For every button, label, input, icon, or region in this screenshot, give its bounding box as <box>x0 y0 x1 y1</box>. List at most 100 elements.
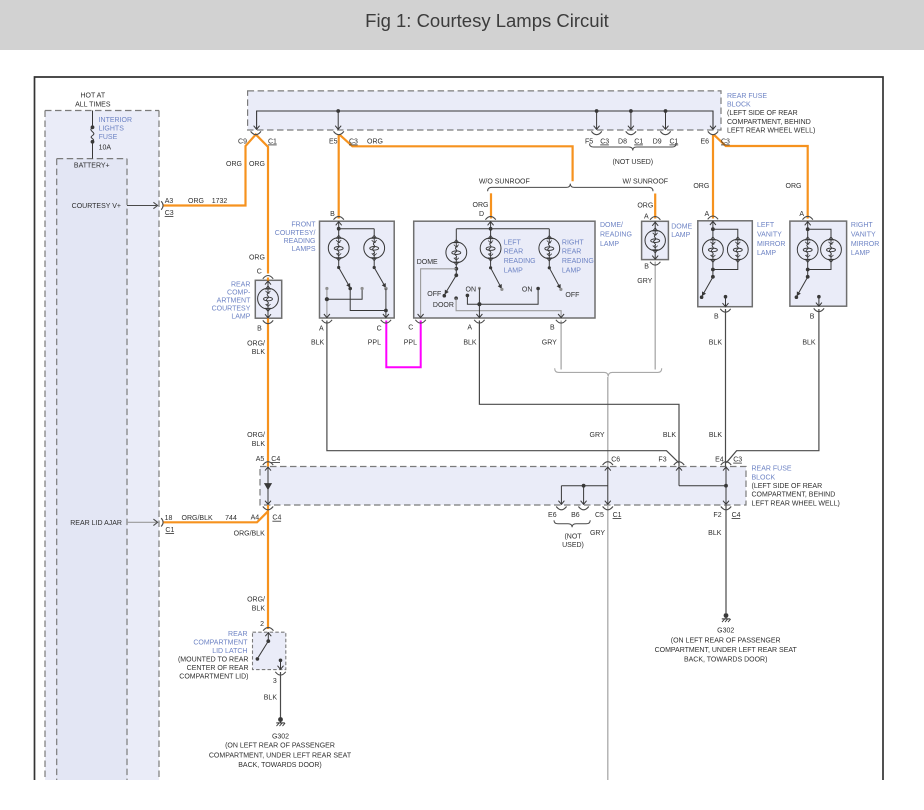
svg-text:DOOR: DOOR <box>433 302 454 309</box>
svg-text:BLK: BLK <box>311 340 325 347</box>
svg-text:LAMP: LAMP <box>504 268 523 275</box>
svg-text:ORG: ORG <box>637 203 653 210</box>
svg-text:B: B <box>330 211 335 218</box>
svg-text:REAR LID AJAR: REAR LID AJAR <box>70 520 122 527</box>
svg-text:COMPARTMENT LID): COMPARTMENT LID) <box>179 673 248 680</box>
svg-text:A: A <box>705 211 710 218</box>
svg-text:COMP-: COMP- <box>227 290 251 297</box>
svg-text:(ON LEFT REAR OF PASSENGER: (ON LEFT REAR OF PASSENGER <box>671 637 781 644</box>
svg-text:LID LATCH: LID LATCH <box>212 648 247 655</box>
svg-text:LEFT REAR WHEEL WELL): LEFT REAR WHEEL WELL) <box>727 128 815 135</box>
svg-text:E6: E6 <box>548 512 557 519</box>
svg-text:ORG: ORG <box>249 161 265 168</box>
svg-text:C3: C3 <box>600 138 609 145</box>
svg-text:D9: D9 <box>653 138 662 145</box>
svg-text:C1: C1 <box>268 138 277 145</box>
svg-text:ORG: ORG <box>188 198 204 205</box>
svg-text:D8: D8 <box>618 138 627 145</box>
svg-text:DOME: DOME <box>417 259 438 266</box>
svg-text:DOME/: DOME/ <box>600 222 623 229</box>
svg-text:A: A <box>799 211 804 218</box>
svg-text:BLK: BLK <box>252 441 266 448</box>
svg-text:W/ SUNROOF: W/ SUNROOF <box>623 179 669 186</box>
svg-text:READING: READING <box>284 238 316 245</box>
svg-text:C1: C1 <box>165 527 174 534</box>
svg-text:PPL: PPL <box>404 340 417 347</box>
svg-text:LAMPS: LAMPS <box>292 246 316 253</box>
svg-text:BLOCK: BLOCK <box>752 474 776 481</box>
svg-text:BLK: BLK <box>252 349 266 356</box>
svg-text:B: B <box>644 263 649 270</box>
svg-text:B: B <box>810 313 815 320</box>
svg-text:BLK: BLK <box>252 605 266 612</box>
svg-text:E4: E4 <box>715 457 724 464</box>
svg-text:ON: ON <box>522 286 533 293</box>
svg-text:COMPARTMENT, BEHIND: COMPARTMENT, BEHIND <box>727 119 811 126</box>
svg-text:3: 3 <box>273 678 277 685</box>
svg-text:1732: 1732 <box>212 198 228 205</box>
svg-text:C3: C3 <box>721 138 730 145</box>
svg-text:C4: C4 <box>732 512 741 519</box>
svg-text:B: B <box>257 326 262 333</box>
svg-text:A4: A4 <box>251 515 260 522</box>
svg-text:LEFT REAR WHEEL WELL): LEFT REAR WHEEL WELL) <box>752 500 840 507</box>
svg-text:B6: B6 <box>571 512 580 519</box>
svg-text:REAR: REAR <box>562 249 581 256</box>
svg-text:BACK, TOWARDS DOOR): BACK, TOWARDS DOOR) <box>238 762 322 769</box>
svg-text:MIRROR: MIRROR <box>851 241 879 248</box>
svg-text:C4: C4 <box>272 515 281 522</box>
svg-text:E6: E6 <box>700 138 709 145</box>
svg-text:ORG: ORG <box>367 138 383 145</box>
svg-text:ORG: ORG <box>693 183 709 190</box>
svg-text:(LEFT SIDE OF REAR: (LEFT SIDE OF REAR <box>727 110 798 117</box>
svg-text:CENTER OF REAR: CENTER OF REAR <box>187 665 249 672</box>
svg-text:INTERIOR: INTERIOR <box>99 117 132 124</box>
svg-text:E5: E5 <box>329 138 338 145</box>
svg-text:(MOUNTED TO REAR: (MOUNTED TO REAR <box>178 657 249 664</box>
svg-text:C5: C5 <box>595 512 604 519</box>
svg-text:A: A <box>644 214 649 221</box>
svg-text:COMPARTMENT, BEHIND: COMPARTMENT, BEHIND <box>752 492 836 499</box>
svg-text:ORG/BLK: ORG/BLK <box>234 531 265 538</box>
svg-text:C6: C6 <box>611 457 620 464</box>
svg-text:VANITY: VANITY <box>757 231 782 238</box>
svg-text:ON: ON <box>466 286 477 293</box>
svg-text:ORG/: ORG/ <box>247 597 265 604</box>
svg-text:DOME: DOME <box>671 223 692 230</box>
svg-text:G302: G302 <box>272 734 289 741</box>
svg-text:LEFT: LEFT <box>504 239 522 246</box>
svg-text:LAMP: LAMP <box>231 314 250 321</box>
svg-text:USED): USED) <box>562 542 584 549</box>
svg-text:BLOCK: BLOCK <box>727 102 751 109</box>
svg-text:C3: C3 <box>349 138 358 145</box>
svg-text:BLK: BLK <box>463 340 477 347</box>
svg-text:READING: READING <box>504 258 536 265</box>
svg-text:FUSE: FUSE <box>99 134 118 141</box>
svg-text:COURTESY/: COURTESY/ <box>275 230 316 237</box>
svg-text:W/O SUNROOF: W/O SUNROOF <box>479 179 530 186</box>
svg-text:COURTESY V+: COURTESY V+ <box>72 203 121 210</box>
svg-text:LAMP: LAMP <box>851 250 870 257</box>
svg-text:GRY: GRY <box>542 340 557 347</box>
svg-text:BLK: BLK <box>708 530 722 537</box>
svg-text:(NOT: (NOT <box>564 534 582 541</box>
svg-text:18: 18 <box>165 515 173 522</box>
svg-text:G302: G302 <box>717 628 734 635</box>
svg-text:REAR FUSE: REAR FUSE <box>752 466 792 473</box>
svg-text:C1: C1 <box>634 138 643 145</box>
svg-text:BLK: BLK <box>802 340 816 347</box>
svg-text:(ON LEFT REAR OF PASSENGER: (ON LEFT REAR OF PASSENGER <box>225 743 335 750</box>
svg-text:LAMP: LAMP <box>757 250 776 257</box>
svg-text:ORG/BLK: ORG/BLK <box>182 515 213 522</box>
svg-text:READING: READING <box>562 258 594 265</box>
svg-text:BATTERY+: BATTERY+ <box>74 163 110 170</box>
svg-text:C: C <box>408 324 413 331</box>
svg-text:RIGHT: RIGHT <box>851 222 874 229</box>
svg-text:LAMP: LAMP <box>600 241 619 248</box>
svg-text:HOT AT: HOT AT <box>80 93 105 100</box>
svg-text:LEFT: LEFT <box>757 222 775 229</box>
svg-text:744: 744 <box>225 515 237 522</box>
svg-text:VANITY: VANITY <box>851 231 876 238</box>
svg-text:BACK, TOWARDS DOOR): BACK, TOWARDS DOOR) <box>684 657 768 664</box>
svg-text:C3: C3 <box>165 210 174 217</box>
